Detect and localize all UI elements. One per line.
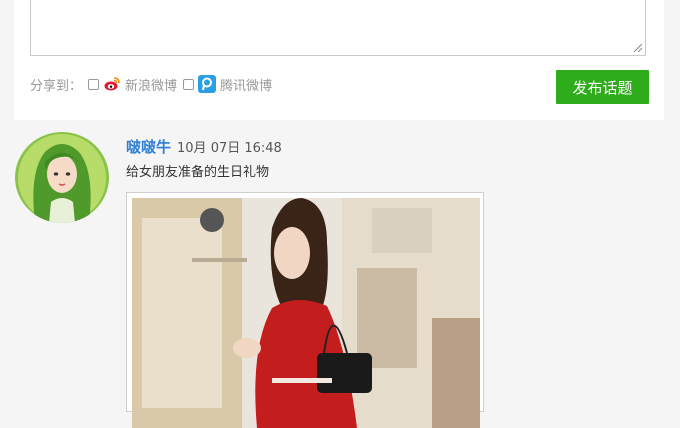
username-link[interactable]: 啵啵牛: [126, 136, 171, 157]
post-meta: 啵啵牛 10月 07日 16:48: [126, 136, 282, 157]
publish-topic-button[interactable]: 发布话题: [556, 70, 649, 104]
post-item: 啵啵牛 10月 07日 16:48 给女朋友准备的生日礼物: [0, 130, 680, 428]
sina-weibo-checkbox[interactable]: [88, 78, 100, 90]
post-photo[interactable]: [126, 192, 484, 428]
tencent-weibo-label: 腾讯微博: [220, 78, 273, 94]
post-timestamp: 10月 07日 16:48: [177, 141, 282, 156]
tencent-weibo-icon: [198, 75, 217, 93]
sina-weibo-label: 新浪微博: [125, 78, 178, 94]
sina-weibo-icon: [103, 75, 122, 93]
share-label: 分享到：: [30, 78, 83, 94]
post-composer: 分享到： 新浪微博 腾讯微博 发布话题: [14, 0, 664, 120]
avatar[interactable]: [15, 132, 109, 223]
topic-textarea[interactable]: [30, 0, 646, 56]
share-row: 分享到： 新浪微博 腾讯微博: [30, 72, 272, 96]
resize-grip-icon[interactable]: [632, 42, 642, 52]
post-content: 给女朋友准备的生日礼物: [126, 165, 270, 180]
photo-image: [132, 198, 480, 428]
tencent-weibo-checkbox[interactable]: [183, 78, 195, 90]
